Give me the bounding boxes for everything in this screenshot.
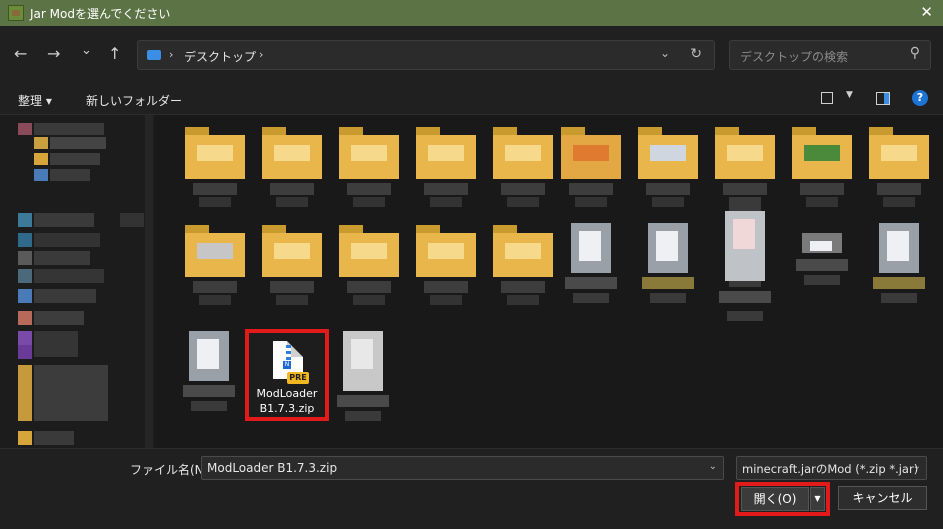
folder-icon[interactable]: [792, 127, 852, 213]
forward-arrow-icon[interactable]: →: [47, 44, 60, 63]
file-icon[interactable]: [561, 223, 621, 313]
window-title: Jar Modを選んでください: [30, 7, 171, 21]
folder-icon[interactable]: [869, 127, 929, 213]
search-placeholder: デスクトップの検索: [740, 50, 849, 64]
breadcrumb-separator: ›: [169, 48, 174, 61]
view-dropdown-icon[interactable]: ▼: [846, 90, 853, 100]
address-bar[interactable]: › デスクトップ › ⌄ ↻: [137, 40, 715, 70]
folder-icon[interactable]: [339, 127, 399, 213]
organize-button[interactable]: 整理 ▾: [18, 92, 52, 109]
chevron-down-icon[interactable]: ⌄: [913, 461, 921, 472]
toolbar: 整理 ▾ 新しいフォルダー ▼ ?: [0, 84, 943, 115]
file-name-line1: ModLoader: [256, 387, 318, 400]
filename-value: ModLoader B1.7.3.zip: [207, 461, 338, 475]
folder-icon[interactable]: [185, 225, 245, 311]
n-badge-icon: N: [283, 361, 291, 369]
folder-icon[interactable]: [493, 127, 553, 213]
folder-icon[interactable]: [416, 225, 476, 311]
file-icon[interactable]: [638, 223, 698, 313]
folder-icon[interactable]: [416, 127, 476, 213]
view-icon[interactable]: [821, 92, 833, 104]
preview-pane-icon[interactable]: [876, 92, 890, 105]
folder-icon[interactable]: [561, 127, 621, 213]
search-input[interactable]: デスクトップの検索 ⚲: [729, 40, 931, 70]
chevron-down-icon[interactable]: ⌄: [81, 43, 92, 58]
file-name-line2: B1.7.3.zip: [259, 402, 315, 415]
filename-input[interactable]: ModLoader B1.7.3.zip ⌄: [201, 456, 724, 480]
pre-badge: PRE: [287, 372, 309, 384]
file-icon[interactable]: [792, 233, 852, 323]
filetype-value: minecraft.jarのMod (*.zip *.jar): [742, 462, 919, 476]
breadcrumb-desktop[interactable]: デスクトップ: [184, 48, 256, 65]
desktop-icon: [147, 50, 161, 60]
new-folder-button[interactable]: 新しいフォルダー: [86, 92, 182, 109]
breadcrumb-separator: ›: [259, 48, 264, 61]
navigation-pane[interactable]: [0, 115, 155, 448]
cancel-button[interactable]: キャンセル: [838, 486, 927, 510]
close-icon[interactable]: ✕: [920, 3, 933, 21]
folder-icon[interactable]: [185, 127, 245, 213]
file-name-label: ModLoader B1.7.3.zip: [251, 386, 323, 416]
back-arrow-icon[interactable]: ←: [14, 44, 27, 63]
address-dropdown-icon[interactable]: ⌄: [660, 46, 670, 60]
file-icon[interactable]: [869, 223, 929, 313]
title-bar: Jar Modを選んでください ✕: [0, 0, 943, 26]
folder-icon[interactable]: [262, 127, 322, 213]
file-icon[interactable]: [333, 331, 393, 431]
folder-icon[interactable]: [262, 225, 322, 311]
folder-icon[interactable]: [715, 127, 775, 287]
folder-icon[interactable]: [638, 127, 698, 213]
help-icon[interactable]: ?: [912, 90, 928, 106]
file-icon[interactable]: [179, 331, 239, 421]
chevron-down-icon[interactable]: ⌄: [709, 461, 717, 472]
folder-icon[interactable]: [493, 225, 553, 311]
selected-file-modloader-zip[interactable]: N PRE ModLoader B1.7.3.zip: [245, 329, 329, 421]
file-icon[interactable]: [715, 211, 775, 331]
up-arrow-icon[interactable]: ↑: [108, 44, 121, 63]
open-dropdown-button[interactable]: ▼: [810, 487, 825, 511]
folder-icon[interactable]: [339, 225, 399, 311]
search-icon[interactable]: ⚲: [910, 45, 920, 61]
refresh-icon[interactable]: ↻: [690, 46, 702, 62]
app-icon: [8, 5, 24, 21]
filetype-select[interactable]: minecraft.jarのMod (*.zip *.jar) ⌄: [736, 456, 927, 480]
open-button[interactable]: 開く(O): [741, 487, 809, 511]
